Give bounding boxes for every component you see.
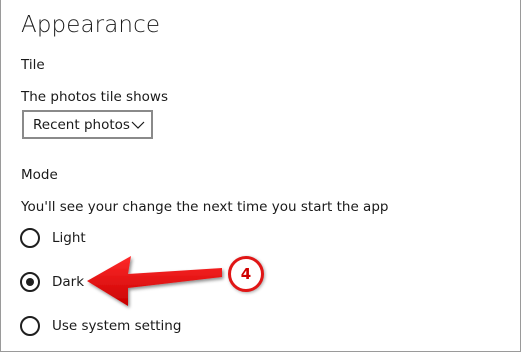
dark-label: Dark (52, 274, 85, 290)
dropdown-value: Recent photos (33, 116, 130, 133)
tile-description: The photos tile shows (21, 89, 168, 105)
mode-option-dark[interactable]: Dark (20, 272, 84, 292)
photos-tile-dropdown[interactable]: Recent photos (22, 110, 153, 139)
page-title: Appearance (21, 12, 161, 38)
system-label: Use system setting (52, 318, 182, 334)
mode-option-light[interactable]: Light (20, 228, 86, 248)
light-radio[interactable] (20, 228, 40, 248)
mode-description: You'll see your change the next time you… (21, 199, 389, 215)
tile-section-header: Tile (21, 57, 45, 73)
step-number-badge: 4 (228, 256, 264, 292)
mode-option-system[interactable]: Use system setting (20, 316, 181, 336)
light-label: Light (52, 230, 86, 246)
mode-section-header: Mode (21, 167, 58, 183)
system-radio[interactable] (20, 316, 40, 336)
window-frame (0, 0, 521, 352)
dark-radio[interactable] (20, 272, 40, 292)
chevron-down-icon (131, 121, 145, 129)
